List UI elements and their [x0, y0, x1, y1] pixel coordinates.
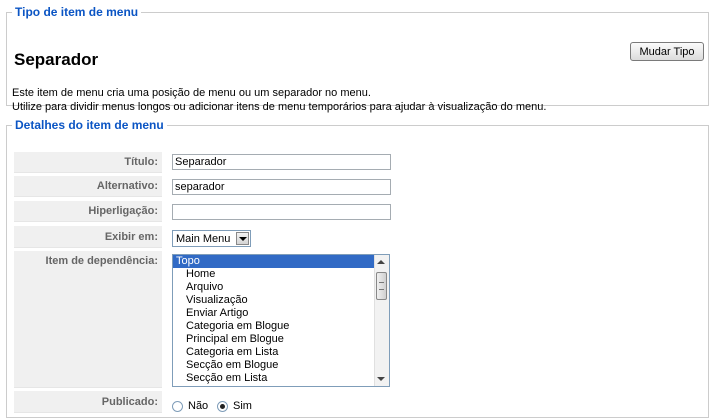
menu-item-details-section: Detalhes do item de menu Título: Alterna… — [6, 118, 709, 418]
display-in-label: Exibir em: — [14, 226, 162, 248]
published-no-label: Não — [188, 400, 209, 412]
parent-item-label: Item de dependência: — [14, 251, 162, 388]
chevron-down-icon[interactable] — [236, 232, 249, 245]
scroll-up-arrow-icon[interactable] — [377, 260, 385, 264]
parent-option[interactable]: Secção em Lista — [173, 372, 374, 385]
menu-item-type-title: Separador — [14, 50, 99, 69]
menu-item-type-description: Este item de menu cria uma posição de me… — [12, 86, 546, 114]
parent-option[interactable]: Categoria em Lista — [173, 346, 374, 359]
link-field[interactable] — [172, 204, 391, 220]
link-label: Hiperligação: — [14, 201, 162, 222]
alias-field[interactable] — [172, 179, 391, 195]
scroll-down-arrow-icon[interactable] — [377, 377, 385, 381]
parent-option[interactable]: Home — [173, 268, 374, 281]
parent-option[interactable]: Categoria em Blogue — [173, 320, 374, 333]
scroll-thumb[interactable] — [376, 272, 387, 300]
display-in-select[interactable]: Main Menu — [172, 230, 251, 247]
published-no-option[interactable]: Não — [172, 400, 208, 412]
published-no-radio[interactable] — [172, 400, 183, 412]
description-line-2: Utilize para dividir menus longos ou adi… — [12, 101, 547, 113]
parent-option[interactable]: Principal em Blogue — [173, 333, 374, 346]
parent-option[interactable]: Visualização — [173, 294, 374, 307]
published-yes-radio[interactable] — [217, 400, 228, 412]
parent-option[interactable]: Arquivo — [173, 281, 374, 294]
description-line-1: Este item de menu cria uma posição de me… — [12, 87, 371, 99]
title-label: Título: — [14, 152, 162, 173]
title-field[interactable] — [172, 154, 391, 170]
parent-option[interactable]: Secção em Blogue — [173, 359, 374, 372]
change-type-button[interactable]: Mudar Tipo — [630, 42, 704, 61]
alias-label: Alternativo: — [14, 176, 162, 197]
menu-item-type-section: Tipo de item de menu Separador Mudar Tip… — [6, 5, 709, 113]
published-label: Publicado: — [14, 391, 162, 413]
published-yes-label: Sim — [233, 400, 252, 412]
listbox-scrollbar[interactable] — [374, 255, 389, 386]
parent-option[interactable]: Enviar Artigo — [173, 307, 374, 320]
parent-item-listbox[interactable]: Topo Home Arquivo Visualização Enviar Ar… — [172, 254, 390, 387]
display-in-value: Main Menu — [176, 233, 231, 245]
parent-option-top[interactable]: Topo — [173, 255, 374, 268]
menu-item-type-legend: Tipo de item de menu — [15, 5, 139, 19]
menu-item-details-legend: Detalhes do item de menu — [15, 118, 164, 132]
published-yes-option[interactable]: Sim — [217, 400, 252, 412]
